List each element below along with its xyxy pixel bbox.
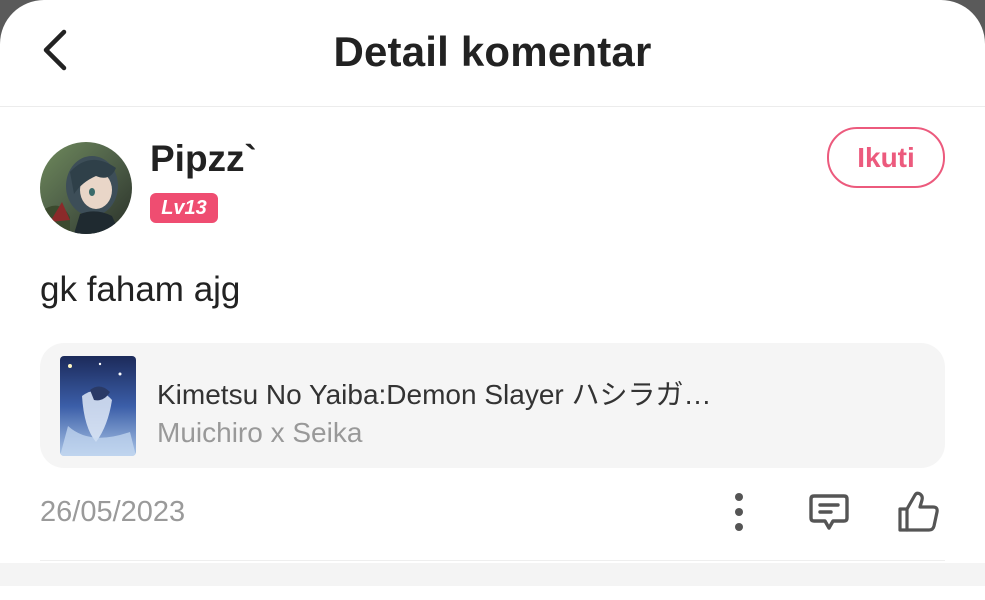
work-title: Kimetsu No Yaiba:Demon Slayer ハシラガ… — [157, 379, 712, 410]
avatar[interactable] — [40, 142, 132, 234]
page-title: Detail komentar — [333, 28, 652, 75]
section-separator — [0, 563, 985, 586]
comment-date: 26/05/2023 — [40, 496, 186, 528]
level-badge: Lv13 — [150, 193, 218, 223]
username[interactable]: Pipzz` — [150, 138, 257, 180]
comment-icon — [809, 494, 849, 530]
work-cover-image — [60, 356, 136, 456]
divider — [40, 560, 945, 561]
thumbs-up-icon — [898, 491, 939, 532]
avatar-image — [40, 142, 132, 234]
like-button[interactable] — [895, 488, 943, 536]
referenced-work-card[interactable]: Kimetsu No Yaiba:Demon Slayer ハシラガ… Muic… — [40, 343, 945, 468]
work-subtitle: Muichiro x Seika — [157, 417, 363, 448]
reply-button[interactable] — [805, 488, 853, 536]
comment-detail-sheet: Detail komentar Pipzz` Lv13 Ikuti gk fah… — [0, 0, 985, 600]
more-options-button[interactable] — [715, 488, 763, 536]
more-vertical-icon — [735, 493, 743, 531]
comment-text: gk faham ajg — [40, 270, 241, 309]
header: Detail komentar — [0, 0, 985, 107]
follow-button[interactable]: Ikuti — [827, 127, 945, 188]
